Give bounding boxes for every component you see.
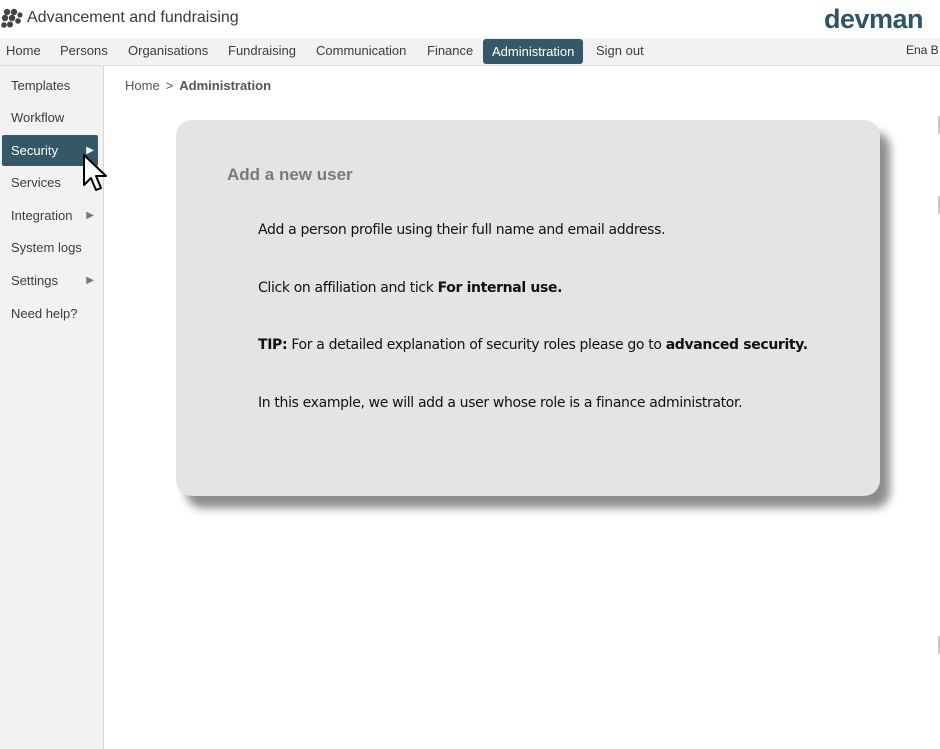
nav-finance[interactable]: Finance — [427, 38, 473, 65]
nav-sign-out[interactable]: Sign out — [596, 38, 644, 65]
breadcrumb: Home > Administration — [125, 78, 271, 93]
sidebar-item-label: Need help? — [11, 306, 78, 321]
sidebar-item-label: Settings — [11, 273, 58, 288]
sidebar-item-integration[interactable]: Integration ▶ — [2, 200, 98, 231]
tour-card-title: Add a new user — [227, 165, 353, 184]
breadcrumb-current: Administration — [179, 78, 272, 93]
user-name[interactable]: Ena B — [906, 38, 939, 63]
sidebar-item-settings[interactable]: Settings ▶ — [2, 265, 98, 296]
sidebar-item-label: Workflow — [11, 110, 65, 125]
brand-logo[interactable]: devman — [824, 4, 924, 35]
sidebar-item-label: Services — [11, 175, 61, 190]
tip-label: TIP: — [258, 337, 288, 353]
app-title: Advancement and fundraising — [27, 9, 239, 26]
nav-persons[interactable]: Persons — [60, 38, 108, 65]
tour-card: Add a new user Add a person profile usin… — [176, 120, 880, 496]
breadcrumb-separator: > — [165, 78, 174, 93]
nav-administration[interactable]: Administration — [483, 39, 584, 64]
tour-card-line-4: In this example, we will add a user whos… — [258, 395, 743, 411]
sidebar-item-need-help[interactable]: Need help? — [2, 298, 98, 329]
line-3-text: For a detailed explanation of security r… — [287, 337, 666, 353]
tour-card-line-1: Add a person profile using their full na… — [258, 222, 666, 238]
nav-communication[interactable]: Communication — [316, 38, 406, 65]
sidebar-item-workflow[interactable]: Workflow — [2, 102, 98, 133]
top-header: Advancement and fundraising devman — [0, 0, 940, 38]
sidebar-item-templates[interactable]: Templates — [2, 70, 98, 101]
breadcrumb-home[interactable]: Home — [125, 78, 160, 93]
nav-home[interactable]: Home — [6, 38, 41, 65]
chevron-right-icon: ▶ — [86, 275, 94, 286]
advanced-security-link[interactable]: advanced security. — [666, 337, 808, 353]
sidebar-item-label: Security — [11, 143, 58, 158]
nav-organisations[interactable]: Organisations — [128, 38, 208, 65]
tour-card-line-2: Click on affiliation and tick For intern… — [258, 280, 562, 296]
sidebar-item-label: Templates — [11, 78, 71, 93]
sidebar-item-label: System logs — [11, 240, 82, 255]
sidebar-item-system-logs[interactable]: System logs — [2, 232, 98, 263]
sidebar-item-label: Integration — [11, 208, 73, 223]
chevron-right-icon: ▶ — [86, 210, 94, 221]
main-nav: Home Persons Organisations Fundraising C… — [0, 38, 940, 66]
line-2-bold: For internal use. — [437, 280, 563, 296]
nav-fundraising[interactable]: Fundraising — [228, 38, 296, 65]
app-logo-icon — [1, 8, 23, 28]
mouse-pointer-icon — [83, 154, 107, 191]
tour-card-line-3: TIP: For a detailed explanation of secur… — [258, 337, 808, 353]
line-2-text: Click on affiliation and tick — [258, 280, 438, 296]
